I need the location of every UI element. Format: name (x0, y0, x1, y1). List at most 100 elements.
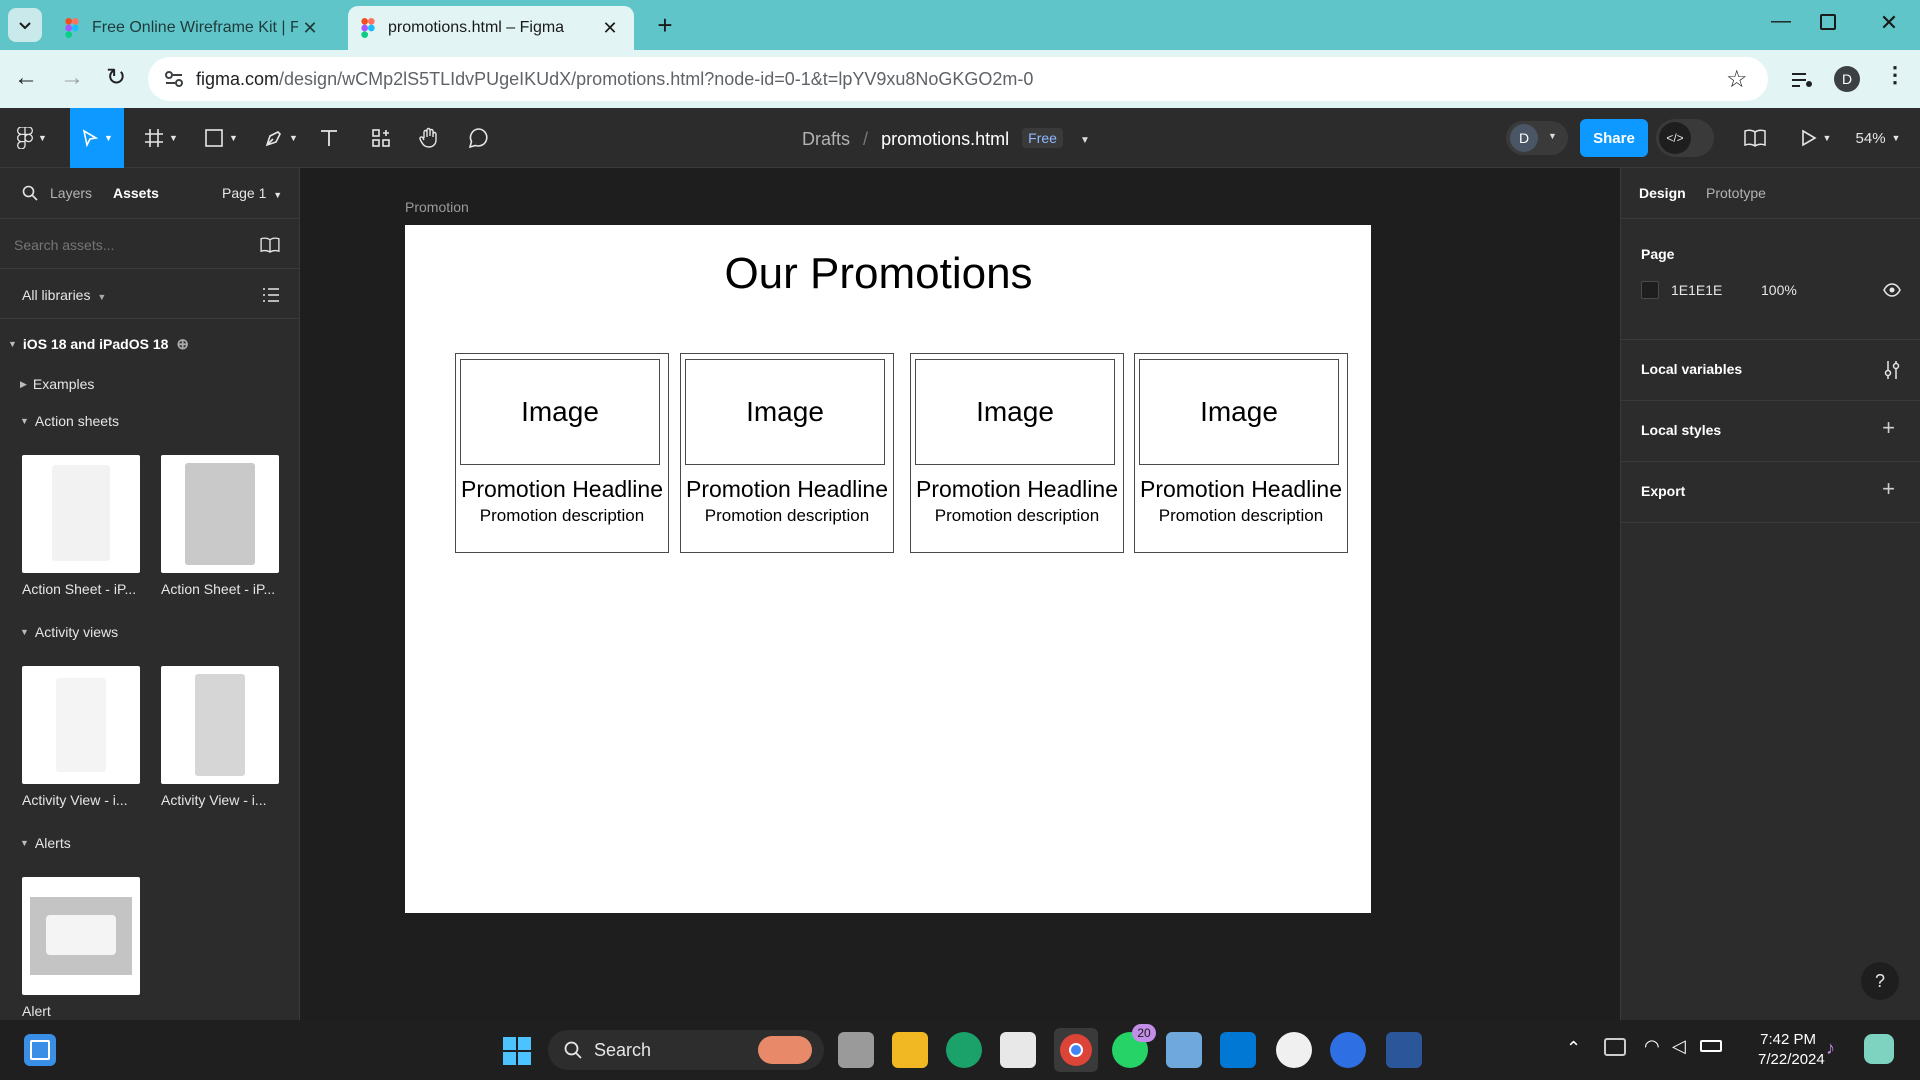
frame-label[interactable]: Promotion (405, 199, 469, 215)
shape-tool-button[interactable]: ▼ (198, 108, 244, 168)
notification-bell-icon[interactable]: ♪ (1826, 1038, 1835, 1059)
asset-thumb-activity-view-1[interactable] (22, 666, 140, 784)
move-tool-button[interactable]: ▼ (70, 108, 124, 168)
local-styles-row[interactable]: Local styles + (1621, 401, 1920, 462)
tab-wireframe-kit[interactable]: Free Online Wireframe Kit | Figm ✕ (52, 6, 334, 50)
present-button[interactable]: ▼ (1796, 108, 1836, 168)
tab-design[interactable]: Design (1639, 185, 1686, 201)
frame-tool-button[interactable]: ▼ (138, 108, 184, 168)
image-placeholder[interactable]: Image (1139, 359, 1339, 465)
promotion-headline[interactable]: Promotion Headline (681, 476, 893, 503)
section-alerts[interactable]: ▼ Alerts (20, 835, 71, 851)
multiplayer-avatar-button[interactable]: D ▼ (1506, 121, 1568, 155)
help-button[interactable]: ? (1861, 962, 1899, 1000)
whatsapp-desktop-icon[interactable] (1276, 1032, 1312, 1068)
promotion-headline[interactable]: Promotion Headline (456, 476, 668, 503)
section-action-sheets[interactable]: ▼ Action sheets (20, 413, 119, 429)
wifi-icon[interactable]: ◠ (1644, 1036, 1660, 1057)
promotion-headline[interactable]: Promotion Headline (911, 476, 1123, 503)
forward-arrow-icon[interactable]: → (60, 64, 84, 92)
restore-window-icon[interactable] (1820, 14, 1836, 30)
text-tool-button[interactable] (314, 108, 344, 168)
promotion-card[interactable]: Image Promotion Headline Promotion descr… (680, 353, 894, 553)
book-open-icon[interactable] (259, 237, 281, 253)
page-color-swatch[interactable] (1641, 281, 1659, 299)
plus-icon[interactable]: + (1882, 476, 1895, 502)
promotion-description[interactable]: Promotion description (456, 506, 668, 526)
tab-assets[interactable]: Assets (113, 185, 159, 201)
media-controls-icon[interactable] (1790, 70, 1814, 90)
close-window-icon[interactable]: ✕ (1874, 10, 1904, 40)
tab-search-button[interactable] (8, 8, 42, 42)
page-selector[interactable]: Page 1 ▼ (222, 185, 282, 201)
vscode-icon[interactable] (1220, 1032, 1256, 1068)
url-text[interactable]: figma.com/design/wCMp2lS5TLIdvPUgeIKUdX/… (196, 69, 1033, 90)
library-header[interactable]: ▼ iOS 18 and iPadOS 18 ⊕ (8, 335, 189, 353)
new-tab-button[interactable]: + (650, 10, 680, 40)
promotion-card[interactable]: Image Promotion Headline Promotion descr… (455, 353, 669, 553)
local-variables-row[interactable]: Local variables (1621, 340, 1920, 401)
libraries-dropdown[interactable]: All libraries ▼ (22, 287, 106, 303)
system-clock[interactable]: 7:42 PM 7/22/2024 (1758, 1030, 1825, 1070)
hand-tool-button[interactable] (414, 108, 444, 168)
browser-menu-icon[interactable]: ⋮ (1884, 62, 1906, 88)
volume-icon[interactable]: ◁ (1672, 1036, 1686, 1057)
battery-icon[interactable] (1700, 1040, 1722, 1052)
share-button[interactable]: Share (1580, 119, 1648, 157)
breadcrumb-drafts[interactable]: Drafts (802, 129, 850, 149)
back-arrow-icon[interactable]: ← (14, 64, 38, 92)
page-opacity-value[interactable]: 100% (1761, 282, 1797, 298)
promotions-title[interactable]: Our Promotions (405, 249, 1352, 299)
plus-icon[interactable]: + (1882, 415, 1895, 441)
promotion-card[interactable]: Image Promotion Headline Promotion descr… (1134, 353, 1348, 553)
windows-start-icon[interactable] (502, 1036, 532, 1066)
zoom-menu[interactable]: 54% ▼ (1850, 108, 1906, 168)
reload-icon[interactable]: ↻ (106, 63, 126, 92)
promotion-headline[interactable]: Promotion Headline (1135, 476, 1347, 503)
asset-thumb-action-sheet-2[interactable] (161, 455, 279, 573)
microsoft-store-icon[interactable] (1000, 1032, 1036, 1068)
export-row[interactable]: Export + (1621, 462, 1920, 523)
page-color-value[interactable]: 1E1E1E (1671, 282, 1722, 298)
image-placeholder[interactable]: Image (915, 359, 1115, 465)
tab-promotions[interactable]: promotions.html – Figma ✕ (348, 6, 634, 50)
asset-thumb-alert[interactable] (22, 877, 140, 995)
resources-tool-button[interactable] (366, 108, 396, 168)
promotion-card[interactable]: Image Promotion Headline Promotion descr… (910, 353, 1124, 553)
promotion-frame[interactable]: Our Promotions Image Promotion Headline … (405, 225, 1371, 913)
dev-mode-toggle[interactable]: </> (1656, 119, 1714, 157)
promotion-description[interactable]: Promotion description (911, 506, 1123, 526)
library-book-button[interactable] (1740, 108, 1770, 168)
bookmark-star-icon[interactable]: ☆ (1726, 65, 1748, 94)
site-info-icon[interactable] (164, 70, 184, 88)
list-view-icon[interactable] (262, 287, 280, 303)
address-bar[interactable]: figma.com/design/wCMp2lS5TLIdvPUgeIKUdX/… (148, 57, 1768, 101)
section-examples[interactable]: ▶ Examples (20, 376, 94, 392)
close-tab-icon[interactable]: ✕ (598, 18, 622, 39)
comment-tool-button[interactable] (464, 108, 494, 168)
tab-layers[interactable]: Layers (50, 185, 92, 201)
image-placeholder[interactable]: Image (685, 359, 885, 465)
widgets-icon[interactable] (24, 1034, 56, 1066)
app-store-icon[interactable] (1330, 1032, 1366, 1068)
file-explorer-icon[interactable] (892, 1032, 928, 1068)
search-icon[interactable] (22, 185, 38, 201)
tab-prototype[interactable]: Prototype (1706, 185, 1766, 201)
show-hidden-icons-chevron[interactable]: ⌃ (1566, 1038, 1581, 1059)
chevron-down-icon[interactable]: ▼ (1080, 135, 1090, 146)
edge-browser-icon[interactable] (946, 1032, 982, 1068)
cloud-sync-icon[interactable] (1604, 1038, 1626, 1056)
main-menu-button[interactable]: ▼ (12, 108, 52, 168)
close-tab-icon[interactable]: ✕ (298, 18, 322, 39)
search-assets-input[interactable] (14, 232, 244, 258)
word-icon[interactable] (1386, 1032, 1422, 1068)
promotion-description[interactable]: Promotion description (1135, 506, 1347, 526)
whatsapp-icon[interactable]: 20 (1112, 1024, 1156, 1068)
pen-tool-button[interactable]: ▼ (258, 108, 304, 168)
chrome-taskbar-button[interactable] (1054, 1028, 1098, 1072)
minimize-window-icon[interactable]: — (1766, 10, 1796, 40)
image-placeholder[interactable]: Image (460, 359, 660, 465)
task-view-icon[interactable] (838, 1032, 874, 1068)
design-canvas[interactable]: Promotion Our Promotions Image Promotion… (300, 168, 1620, 1020)
copilot-icon[interactable] (1864, 1034, 1894, 1064)
